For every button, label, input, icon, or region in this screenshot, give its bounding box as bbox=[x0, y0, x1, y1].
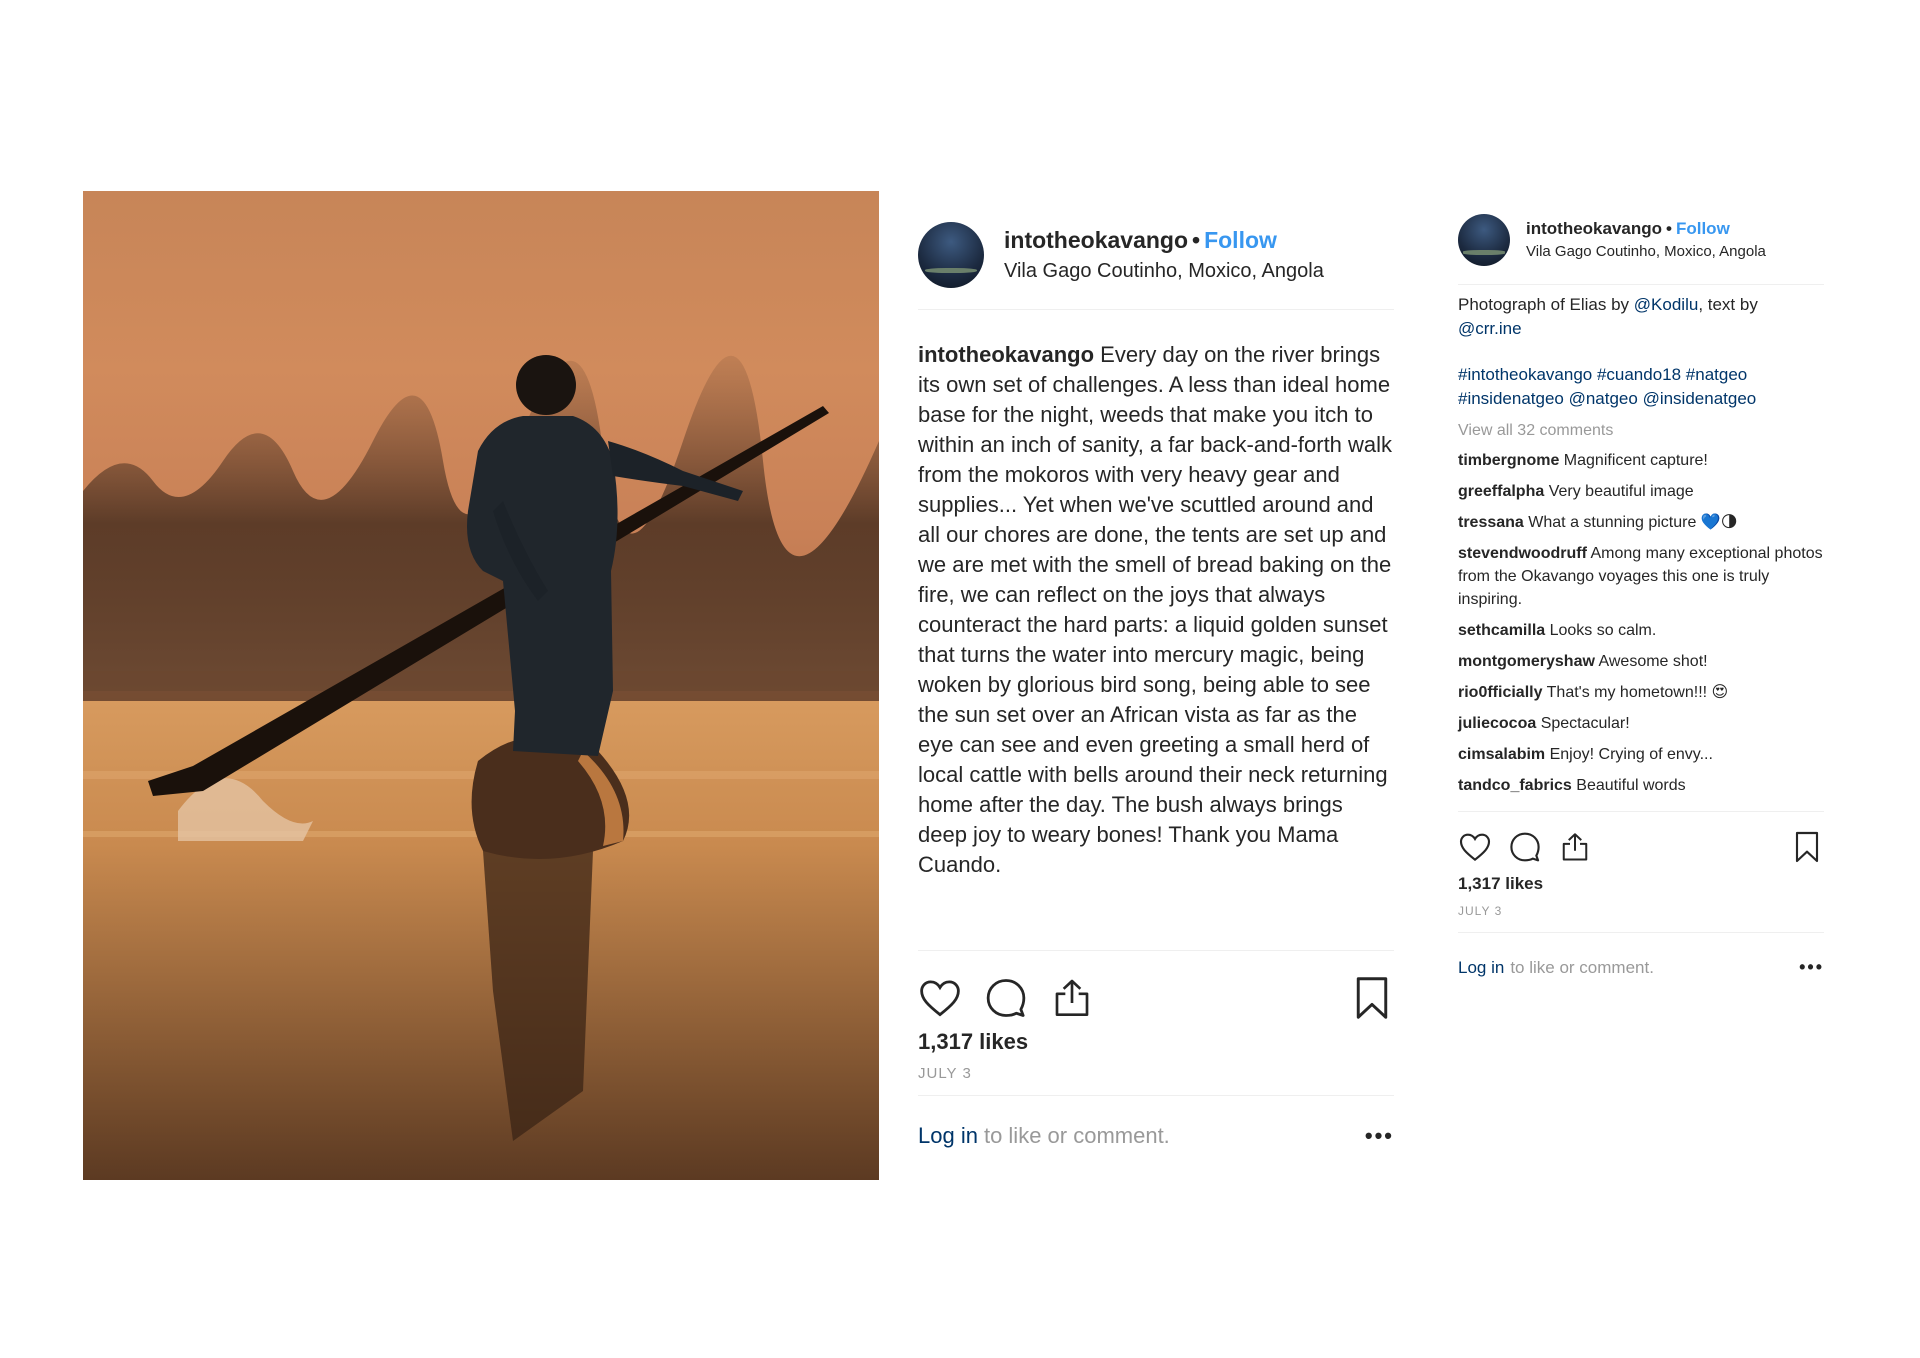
more-options-button[interactable]: ••• bbox=[1799, 957, 1824, 978]
caption-text: Every day on the river brings its own se… bbox=[918, 342, 1393, 877]
comment-username[interactable]: cimsalabim bbox=[1458, 746, 1545, 763]
view-all-comments-link[interactable]: View all 32 comments bbox=[1458, 419, 1824, 443]
speech-bubble-icon[interactable] bbox=[1508, 830, 1542, 864]
bookmark-icon[interactable] bbox=[1350, 976, 1394, 1020]
comment-username[interactable]: sethcamilla bbox=[1458, 622, 1545, 639]
login-prompt: Log in to like or comment. ••• bbox=[918, 1095, 1394, 1175]
likes-count[interactable]: 1,317 likes bbox=[918, 1027, 1394, 1057]
comment-username[interactable]: stevendwoodruff bbox=[1458, 545, 1587, 562]
login-link[interactable]: Log in bbox=[918, 1123, 978, 1149]
avatar[interactable] bbox=[1458, 214, 1510, 266]
comment-item: tressana What a stunning picture 💙🌗 bbox=[1458, 511, 1824, 534]
comment-text: Enjoy! Crying of envy... bbox=[1549, 746, 1713, 763]
post-header-text: intotheokavango • Follow Vila Gago Coutinh… bbox=[1526, 218, 1766, 262]
more-options-button[interactable]: ••• bbox=[1365, 1123, 1394, 1149]
comment-text: Beautiful words bbox=[1576, 777, 1686, 794]
post-header-small: intotheokavango • Follow Vila Gago Coutinh… bbox=[1458, 212, 1824, 268]
mention-link[interactable]: @crr.ine bbox=[1458, 319, 1522, 338]
comment-item: cimsalabim Enjoy! Crying of envy... bbox=[1458, 743, 1824, 766]
login-prompt-text: to like or comment. bbox=[983, 1122, 1170, 1148]
credit-text: , text by bbox=[1698, 295, 1758, 314]
action-icons bbox=[1458, 812, 1824, 870]
comment-item: sethcamilla Looks so calm. bbox=[1458, 619, 1824, 642]
comment-item: juliecocoa Spectacular! bbox=[1458, 712, 1824, 735]
comment-item: rio0fficially That's my hometown!!! 😍 bbox=[1458, 681, 1824, 704]
comment-username[interactable]: juliecocoa bbox=[1458, 715, 1536, 732]
login-prompt-text: to like or comment. bbox=[1510, 957, 1654, 977]
speech-bubble-icon[interactable] bbox=[984, 976, 1028, 1020]
bookmark-icon[interactable] bbox=[1790, 830, 1824, 864]
heart-icon[interactable] bbox=[918, 976, 962, 1020]
comment-item: tandco_fabrics Beautiful words bbox=[1458, 774, 1824, 797]
divider bbox=[1458, 284, 1824, 285]
comment-username[interactable]: greeffalpha bbox=[1458, 483, 1544, 500]
post-actions-small: 1,317 likes JULY 3 bbox=[1458, 811, 1824, 918]
comment-text: Very beautiful image bbox=[1548, 483, 1694, 500]
comment-username[interactable]: tressana bbox=[1458, 514, 1524, 531]
heart-icon[interactable] bbox=[1458, 830, 1492, 864]
caption-username[interactable]: intotheokavango bbox=[918, 342, 1094, 367]
photo-illustration bbox=[83, 355, 879, 1180]
login-prompt: Log in to like or comment. ••• bbox=[1458, 932, 1824, 1002]
hashtags: #intotheokavango #cuando18 #natgeo #insi… bbox=[1458, 363, 1824, 411]
comment-username[interactable]: timbergnome bbox=[1458, 452, 1559, 469]
photo-credit: Photograph of Elias by @Kodilu, text by … bbox=[1458, 293, 1824, 341]
comment-text: What a stunning picture 💙🌗 bbox=[1528, 514, 1738, 531]
post-actions: 1,317 likes JULY 3 bbox=[918, 950, 1394, 1100]
comment-item: stevendwoodruff Among many exceptional p… bbox=[1458, 542, 1824, 611]
credit-text: Photograph of Elias by bbox=[1458, 295, 1630, 314]
comment-username[interactable]: rio0fficially bbox=[1458, 684, 1542, 701]
post-panel-small: intotheokavango • Follow Vila Gago Coutinh… bbox=[1458, 212, 1824, 1002]
comment-text: Awesome shot! bbox=[1598, 653, 1708, 670]
comment-item: greeffalpha Very beautiful image bbox=[1458, 480, 1824, 503]
post-caption: intotheokavango Every day on the river b… bbox=[918, 200, 1394, 880]
share-icon[interactable] bbox=[1558, 830, 1592, 864]
comment-text: Spectacular! bbox=[1540, 715, 1630, 732]
post-date[interactable]: JULY 3 bbox=[918, 1065, 1394, 1082]
login-link[interactable]: Log in bbox=[1458, 958, 1504, 978]
separator-dot: • bbox=[1666, 219, 1672, 238]
share-icon[interactable] bbox=[1050, 976, 1094, 1020]
likes-count[interactable]: 1,317 likes bbox=[1458, 872, 1824, 896]
username-link[interactable]: intotheokavango bbox=[1526, 219, 1662, 238]
follow-button[interactable]: Follow bbox=[1676, 219, 1730, 238]
post-panel-large: intotheokavango • Follow Vila Gago Coutinh… bbox=[918, 200, 1394, 1148]
comment-username[interactable]: montgomeryshaw bbox=[1458, 653, 1595, 670]
hashtag-line[interactable]: #intotheokavango #cuando18 #natgeo bbox=[1458, 363, 1824, 387]
post-photo bbox=[83, 191, 879, 1180]
comment-text: Looks so calm. bbox=[1549, 622, 1657, 639]
comment-item: timbergnome Magnificent capture! bbox=[1458, 449, 1824, 472]
comment-list: timbergnome Magnificent capture! greeffa… bbox=[1458, 449, 1824, 797]
comment-text: That's my hometown!!! 😍 bbox=[1546, 684, 1729, 701]
comment-username[interactable]: tandco_fabrics bbox=[1458, 777, 1572, 794]
post-date[interactable]: JULY 3 bbox=[1458, 904, 1824, 918]
comment-item: montgomeryshaw Awesome shot! bbox=[1458, 650, 1824, 673]
location-link[interactable]: Vila Gago Coutinho, Moxico, Angola bbox=[1526, 242, 1766, 262]
hashtag-line[interactable]: #insidenatgeo @natgeo @insidenatgeo bbox=[1458, 387, 1824, 411]
action-icons bbox=[918, 951, 1394, 1027]
comment-text: Magnificent capture! bbox=[1563, 452, 1708, 469]
mention-link[interactable]: @Kodilu bbox=[1634, 295, 1699, 314]
